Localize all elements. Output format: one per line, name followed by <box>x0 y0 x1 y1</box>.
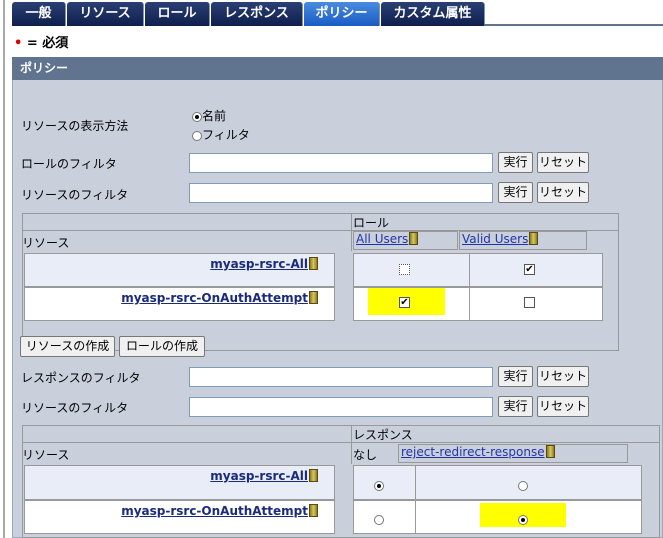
checkbox-all-users-rsrc-onauth[interactable]: ✔ <box>399 297 410 308</box>
divider <box>22 442 660 443</box>
resource-filter-input[interactable] <box>189 183 493 203</box>
panel-title: ポリシー <box>12 57 663 80</box>
checkbox-valid-users-rsrc-onauth[interactable] <box>524 297 535 308</box>
response-filter-label: レスポンスのフィルタ <box>21 371 141 385</box>
display-name-option[interactable]: 名前 <box>192 107 226 124</box>
cell <box>469 287 603 321</box>
response-filter-reset-button[interactable]: リセット <box>537 366 589 387</box>
trash-icon[interactable] <box>309 469 318 482</box>
radio-none-rsrc-all[interactable] <box>374 480 384 491</box>
resource-filter-input-2[interactable] <box>189 397 493 417</box>
resource-filter-reset-button-2[interactable]: リセット <box>537 396 589 417</box>
option-label: フィルタ <box>202 128 250 142</box>
response-group-header: レスポンス <box>353 428 413 442</box>
table-row: myasp-rsrc-OnAuthAttempt <box>24 287 335 321</box>
radio-none-rsrc-onauth[interactable] <box>374 514 384 525</box>
tab-underline <box>484 24 663 26</box>
role-filter-label: ロールのフィルタ <box>21 157 117 171</box>
resource-filter-label: リソースのフィルタ <box>21 188 129 202</box>
valid-users-link[interactable]: Valid Users <box>462 232 528 246</box>
resource-filter-reset-button[interactable]: リセット <box>537 182 589 203</box>
resource-filter-run-button[interactable]: 実行 <box>498 182 533 203</box>
checkbox-all-users-rsrc-all[interactable] <box>399 264 410 275</box>
divider <box>351 213 352 251</box>
tab-custom-attributes[interactable]: カスタム属性 <box>381 2 485 26</box>
resource-column-header: リソース <box>22 236 70 250</box>
required-text: = 必須 <box>26 36 69 51</box>
response-column-reject-redirect: reject-redirect-response <box>398 444 628 463</box>
radio-reject-rsrc-all[interactable] <box>518 480 528 491</box>
response-filter-input[interactable] <box>189 367 493 387</box>
tab-general[interactable]: 一般 <box>12 2 66 26</box>
tab-responses[interactable]: レスポンス <box>211 2 303 26</box>
role-column-valid-users: Valid Users <box>459 231 587 250</box>
radio-name[interactable] <box>192 111 202 122</box>
cell: ✔ <box>469 253 603 287</box>
trash-icon[interactable] <box>545 445 555 458</box>
role-column-all-users: All Users <box>353 231 458 250</box>
option-label: 名前 <box>202 109 227 123</box>
role-filter-reset-button[interactable]: リセット <box>537 152 589 173</box>
display-method-label: リソースの表示方法 <box>21 119 129 133</box>
trash-icon[interactable] <box>309 504 318 517</box>
trash-icon[interactable] <box>309 257 318 270</box>
resource-link[interactable]: myasp-rsrc-OnAuthAttempt <box>121 291 308 305</box>
trash-icon[interactable] <box>309 291 318 304</box>
resource-column-header: リソース <box>22 448 70 462</box>
all-users-link[interactable]: All Users <box>356 232 408 246</box>
cell <box>353 253 470 287</box>
cell: ✔ <box>353 287 470 321</box>
trash-icon[interactable] <box>529 232 539 245</box>
window-border <box>3 0 5 538</box>
response-filter-run-button[interactable]: 実行 <box>498 366 533 387</box>
role-filter-run-button[interactable]: 実行 <box>498 152 533 173</box>
checkbox-valid-users-rsrc-all[interactable]: ✔ <box>524 264 535 275</box>
reject-redirect-response-link[interactable]: reject-redirect-response <box>401 445 545 459</box>
table-row: myasp-rsrc-All <box>24 465 335 500</box>
tab-resources[interactable]: リソース <box>67 2 144 26</box>
cell <box>415 500 642 534</box>
resource-link[interactable]: myasp-rsrc-OnAuthAttempt <box>121 504 308 518</box>
required-marker: • <box>14 36 23 51</box>
cell <box>353 500 416 534</box>
table-row: myasp-rsrc-All <box>24 253 335 287</box>
radio-reject-rsrc-onauth[interactable] <box>518 514 528 525</box>
role-group-header: ロール <box>353 216 390 230</box>
cell <box>353 465 416 500</box>
response-none-header: なし <box>353 448 378 462</box>
table-row: myasp-rsrc-OnAuthAttempt <box>24 500 335 534</box>
create-resource-button[interactable]: リソースの作成 <box>20 336 115 357</box>
radio-filter[interactable] <box>192 130 202 141</box>
trash-icon[interactable] <box>409 232 419 245</box>
divider <box>351 425 352 464</box>
tab-policy[interactable]: ポリシー <box>304 2 380 26</box>
tab-roles[interactable]: ロール <box>145 2 210 26</box>
role-filter-input[interactable] <box>189 153 493 173</box>
resource-filter-run-button-2[interactable]: 実行 <box>498 396 533 417</box>
resource-link[interactable]: myasp-rsrc-All <box>210 257 308 271</box>
create-role-button[interactable]: ロールの作成 <box>119 336 205 357</box>
display-filter-option[interactable]: フィルタ <box>192 126 250 143</box>
required-legend: • = 必須 <box>14 32 68 51</box>
cell <box>415 465 642 500</box>
resource-filter-label-2: リソースのフィルタ <box>21 401 129 415</box>
resource-link[interactable]: myasp-rsrc-All <box>210 469 308 483</box>
